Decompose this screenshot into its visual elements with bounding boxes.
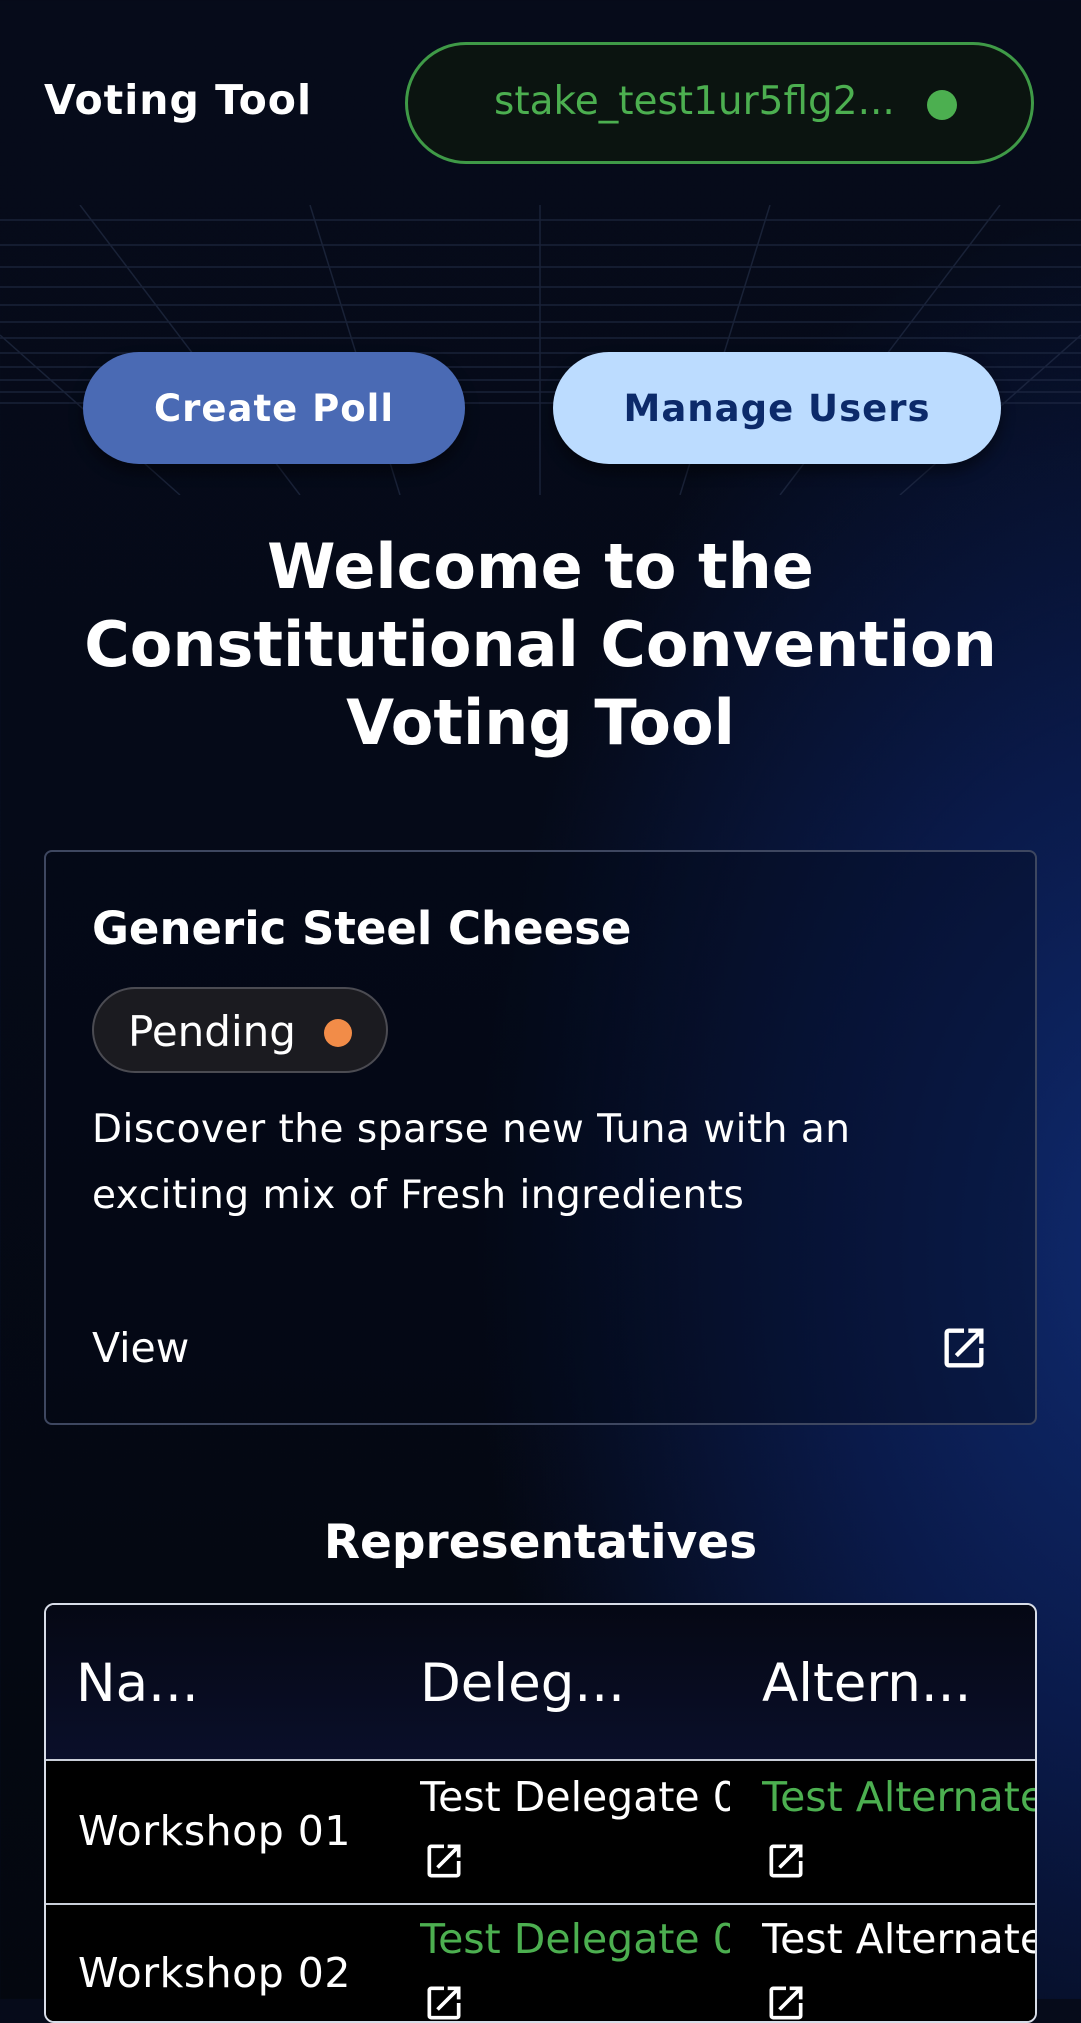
wallet-address: stake_test1ur5flg2... [494, 79, 895, 124]
page-title-line: Voting Tool [346, 686, 735, 759]
section-title: Representatives [323, 1515, 758, 1570]
alternate-name[interactable]: Test Alternate [762, 1773, 1035, 1821]
column-header-alternate[interactable]: Altern... [762, 1653, 971, 1714]
status-dot-icon [324, 1019, 352, 1047]
external-link-icon[interactable] [422, 1981, 466, 2023]
poll-description-line: exciting mix of Fresh ingredients [92, 1173, 745, 1218]
column-header-delegate[interactable]: Deleg... [420, 1653, 625, 1714]
workshop-name: Workshop 02 [78, 1949, 351, 1997]
wallet-connected-indicator [927, 90, 957, 120]
status-label: Pending [128, 1007, 296, 1056]
top-bar: Voting Tool stake_test1ur5flg2... [0, 0, 1081, 205]
page-title-line: Constitutional Convention [84, 608, 997, 681]
external-link-icon[interactable] [764, 1839, 808, 1883]
manage-users-button[interactable]: Manage Users [553, 352, 1001, 464]
external-link-icon[interactable] [938, 1322, 990, 1374]
poll-description-line: Discover the sparse new Tuna with an [92, 1107, 851, 1152]
alternate-name[interactable]: Test Alternate [762, 1915, 1035, 1963]
status-badge: Pending [92, 987, 388, 1073]
create-poll-button[interactable]: Create Poll [83, 352, 465, 464]
external-link-icon[interactable] [764, 1981, 808, 2023]
poll-description: Discover the sparse new Tuna with an exc… [92, 1097, 992, 1229]
column-header-name[interactable]: Na... [76, 1653, 199, 1714]
wallet-button[interactable]: stake_test1ur5flg2... [405, 42, 1034, 164]
page-title-line: Welcome to the [267, 530, 814, 603]
table-row: Workshop 02 Test Delegate 0 Test Alterna… [46, 1905, 1035, 2023]
page-title: Welcome to the Constitutional Convention… [40, 528, 1041, 762]
view-poll-link[interactable]: View [92, 1324, 189, 1372]
poll-card[interactable]: Generic Steel Cheese Pending Discover th… [44, 850, 1037, 1425]
external-link-icon[interactable] [422, 1839, 466, 1883]
representatives-table: Na... Deleg... Altern... Workshop 01 Tes… [44, 1603, 1037, 2023]
table-header: Na... Deleg... Altern... [46, 1605, 1035, 1761]
delegate-name[interactable]: Test Delegate 0 [420, 1773, 730, 1821]
workshop-name: Workshop 01 [78, 1807, 351, 1855]
poll-title: Generic Steel Cheese [92, 902, 632, 955]
table-row: Workshop 01 Test Delegate 0 Test Alterna… [46, 1761, 1035, 1905]
app-title: Voting Tool [44, 76, 313, 124]
delegate-name[interactable]: Test Delegate 0 [420, 1915, 730, 1963]
